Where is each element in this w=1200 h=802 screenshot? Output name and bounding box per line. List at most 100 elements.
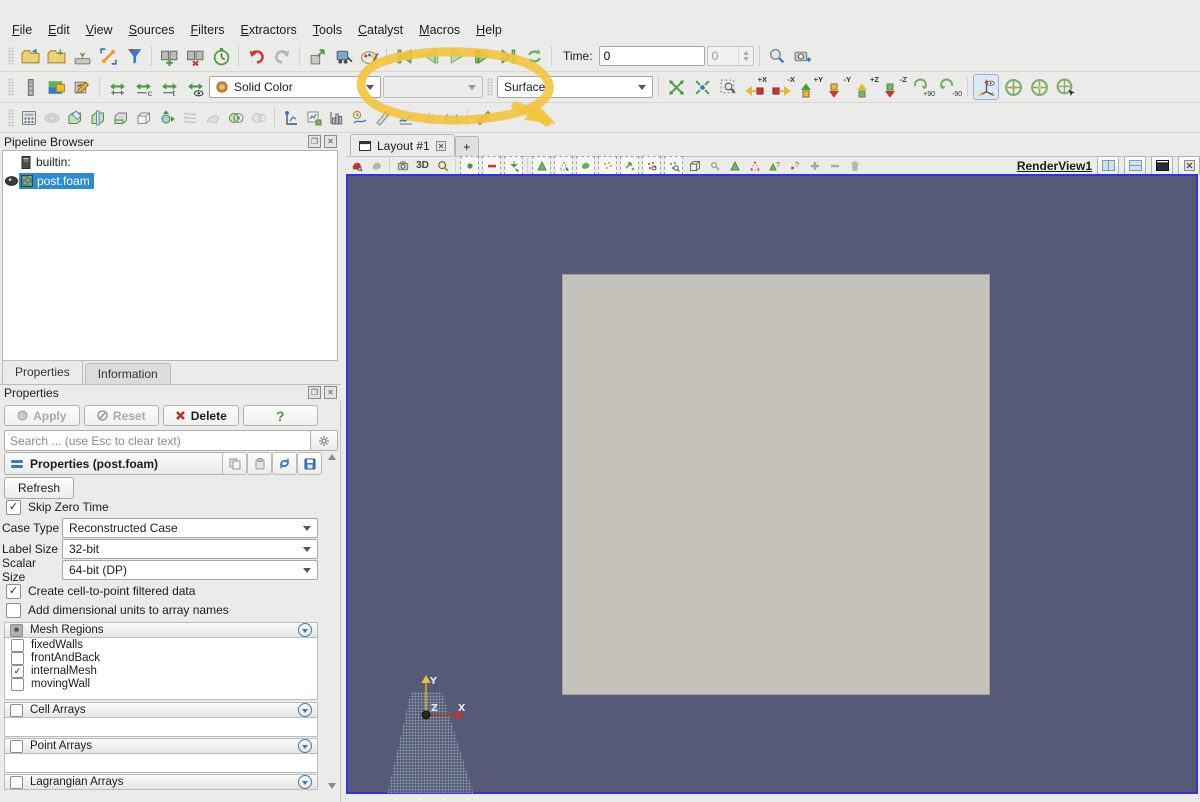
save-defaults-icon[interactable]: [297, 452, 322, 475]
pipeline-item-builtin[interactable]: builtin:: [3, 154, 337, 170]
menu-extractors[interactable]: Extractors: [233, 21, 305, 39]
toggle-fullscreen-icon[interactable]: [96, 44, 120, 68]
interactive-select-points-2-icon[interactable]: [746, 157, 763, 174]
copy-properties-icon[interactable]: [222, 452, 247, 475]
view-minus-y-button[interactable]: -Y: [826, 75, 852, 99]
split-horizontal-icon[interactable]: [1097, 156, 1119, 175]
toolbar-handle[interactable]: [8, 78, 14, 96]
mesh-region-item[interactable]: frontAndBack: [5, 651, 317, 665]
reset-camera-icon[interactable]: [664, 75, 688, 99]
probe-location-icon[interactable]: [280, 107, 301, 128]
frontandback-checkbox[interactable]: [11, 651, 24, 665]
edit-colormap-icon[interactable]: [70, 75, 94, 99]
reset-center-icon[interactable]: [1053, 75, 1077, 99]
play-icon[interactable]: [444, 44, 468, 68]
view-plus-z-button[interactable]: +Z: [854, 75, 880, 99]
view-minus-x-button[interactable]: -X: [770, 75, 796, 99]
pipeline-selected-item[interactable]: post.foam: [19, 173, 94, 189]
first-frame-icon[interactable]: [392, 44, 416, 68]
search-input[interactable]: [4, 430, 318, 451]
calculator-icon[interactable]: [18, 107, 39, 128]
redo-icon[interactable]: [270, 44, 294, 68]
spreadsheet-icon[interactable]: {...}: [441, 107, 462, 128]
representation-combobox[interactable]: Surface: [497, 76, 653, 98]
rotate-90-ccw-icon[interactable]: -90: [937, 75, 962, 99]
mesh-region-item[interactable]: ✓ internalMesh: [5, 664, 317, 678]
glyph-icon[interactable]: [156, 107, 177, 128]
pick-center-icon[interactable]: [1027, 75, 1051, 99]
apply-button[interactable]: Apply: [4, 405, 80, 426]
color-by-combobox[interactable]: Solid Color: [209, 76, 381, 98]
zoom-inspect-icon[interactable]: [765, 44, 789, 68]
color-palette-icon[interactable]: [357, 44, 381, 68]
server-disconnect-icon[interactable]: [183, 44, 207, 68]
rescale-custom-icon[interactable]: c: [131, 75, 155, 99]
toolbar-handle[interactable]: [8, 47, 14, 65]
properties-section-header[interactable]: Properties (post.foam): [4, 452, 232, 475]
menu-macros[interactable]: Macros: [411, 21, 468, 39]
rescale-temporal-icon[interactable]: t: [157, 75, 181, 99]
zoom-to-box-icon[interactable]: [716, 75, 740, 99]
undo-icon[interactable]: [244, 44, 268, 68]
remove-view-icon[interactable]: [826, 157, 843, 174]
capture-view-icon[interactable]: [394, 157, 411, 174]
paste-properties-icon[interactable]: [247, 452, 272, 475]
menu-catalyst[interactable]: Catalyst: [350, 21, 411, 39]
close-tab-icon[interactable]: [435, 140, 446, 151]
previous-frame-icon[interactable]: [418, 44, 442, 68]
threshold-icon[interactable]: [110, 107, 131, 128]
plot-over-line-icon[interactable]: [372, 107, 393, 128]
reload-properties-icon[interactable]: [272, 452, 297, 475]
select-frustum-block-icon[interactable]: [686, 157, 703, 174]
rotate-90-cw-icon[interactable]: +90: [910, 75, 935, 99]
capture-screenshot-icon[interactable]: [791, 44, 815, 68]
scroll-down-arrow[interactable]: [328, 783, 336, 789]
mesh-region-item[interactable]: movingWall: [5, 677, 317, 691]
visibility-eye-icon[interactable]: [4, 176, 18, 186]
reset-legend-icon[interactable]: [368, 157, 385, 174]
render-view-name[interactable]: RenderView1: [1017, 159, 1092, 173]
refresh-button[interactable]: Refresh: [4, 477, 74, 499]
toolbar-handle[interactable]: [487, 78, 493, 96]
interactive-select-cells-icon[interactable]: [620, 156, 639, 175]
point-arrays-header[interactable]: Point Arrays: [4, 738, 318, 754]
render-viewport[interactable]: Y Z X: [346, 174, 1198, 795]
select-block-icon[interactable]: [598, 156, 617, 175]
internalmesh-checkbox[interactable]: ✓: [11, 664, 24, 678]
server-connect-icon[interactable]: [157, 44, 181, 68]
dimensional-units-checkbox[interactable]: [6, 602, 21, 618]
cell-arrays-combo-icon[interactable]: [298, 703, 312, 717]
timer-icon[interactable]: [209, 44, 233, 68]
pipeline-item-postfoam[interactable]: post.foam: [3, 173, 337, 189]
menu-tools[interactable]: Tools: [305, 21, 350, 39]
menu-edit[interactable]: Edit: [40, 21, 78, 39]
menu-filters[interactable]: Filters: [182, 21, 232, 39]
add-view-icon[interactable]: [806, 157, 823, 174]
extract-subset-icon[interactable]: [133, 107, 154, 128]
save-data-icon[interactable]: [70, 44, 94, 68]
maximize-view-icon[interactable]: [1151, 156, 1173, 175]
help-button[interactable]: ?: [242, 405, 318, 426]
dimensional-units-row[interactable]: Add dimensional units to array names: [6, 602, 229, 618]
view-plus-y-button[interactable]: +Y: [798, 75, 824, 99]
point-arrays-checkbox[interactable]: [10, 739, 23, 753]
plot-data-icon[interactable]: [395, 107, 416, 128]
select-cells-on-icon[interactable]: [460, 156, 479, 175]
delete-view-icon[interactable]: [846, 157, 863, 174]
frame-spinner[interactable]: 0: [706, 46, 754, 66]
open-file-icon[interactable]: [18, 44, 42, 68]
close-view-icon[interactable]: [1178, 156, 1200, 175]
rescale-visible-icon[interactable]: [183, 75, 207, 99]
3d-toggle[interactable]: 3D: [414, 157, 431, 174]
layout-tab[interactable]: Layout #1: [350, 134, 455, 156]
menu-view[interactable]: View: [78, 21, 121, 39]
scalar-size-combobox[interactable]: 64-bit (DP): [62, 560, 318, 580]
contour-icon[interactable]: [41, 107, 62, 128]
mesh-region-item[interactable]: fixedWalls: [5, 638, 317, 652]
ruler-icon[interactable]: [473, 107, 494, 128]
reset-button[interactable]: Reset: [83, 405, 159, 426]
select-cells-through-icon[interactable]: [504, 156, 523, 175]
dock-close-icon[interactable]: ✕: [324, 386, 337, 399]
mesh-regions-checkbox[interactable]: ■: [10, 623, 23, 637]
query-points-icon[interactable]: ?: [786, 157, 803, 174]
